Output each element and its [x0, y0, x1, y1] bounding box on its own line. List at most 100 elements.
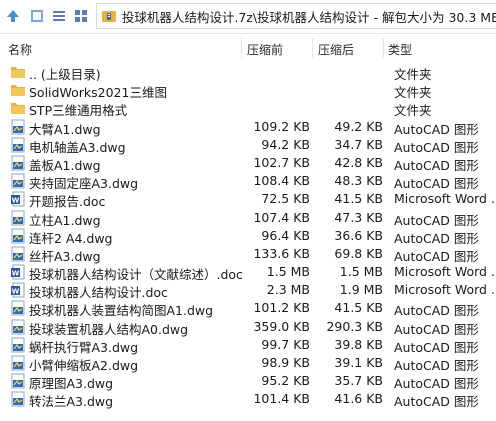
file-row[interactable]: 投球机器人装置结构简图A1.dwg 101.2 KB 41.5 KB AutoCAD … [0, 299, 496, 319]
column-size[interactable]: 压缩前 [247, 41, 283, 58]
file-row[interactable]: 大臂A1.dwg 109.2 KB 49.2 KB AutoCAD 图形 [0, 118, 496, 137]
file-name: 投球装置机器人结构A0.dwg [29, 321, 189, 337]
file-row[interactable]: 丝杆A3.dwg 133.6 KB 69.8 KB AutoCAD 图形 [0, 245, 496, 264]
file-packed-size: 41.5 KB [334, 191, 383, 207]
file-type: Microsoft Word ... [394, 264, 496, 280]
file-packed-size: 47.3 KB [334, 209, 383, 225]
file-packed-size: 39.8 KB [334, 336, 383, 352]
file-name: 投球机器人结构设计.doc [29, 285, 168, 301]
archive-icon [101, 11, 116, 22]
archive-path: 投球机器人结构设计.7z\投球机器人结构设计 - 解包大小为 30.3 MB [121, 9, 496, 25]
file-row[interactable]: W 投球机器人结构设计（文献综述）.doc 1.5 MB 1.5 MB Microsof… [0, 263, 496, 283]
file-type: AutoCAD 图形 [394, 212, 479, 228]
word-document-icon: W [10, 264, 26, 280]
file-list: .. (上级目录) 文件夹 SolidWorks2021三维图 文件夹 STP三维通用格… [0, 63, 496, 409]
file-type: Microsoft Word ... [394, 282, 496, 298]
file-name: 丝杆A3.dwg [29, 248, 101, 264]
file-type: AutoCAD 图形 [394, 358, 479, 373]
svg-text:W: W [12, 288, 20, 296]
file-size: 101.4 KB [253, 391, 310, 407]
file-name: SolidWorks2021三维图 [29, 85, 167, 101]
file-type: AutoCAD 图形 [394, 321, 479, 337]
file-name: 小臂伸缩板A2.dwg [29, 358, 139, 373]
file-size: 99.7 KB [261, 336, 310, 352]
file-name: STP三维通用格式 [29, 103, 128, 119]
file-row[interactable]: 原理图A3.dwg 95.2 KB 35.7 KB AutoCAD 图形 [0, 372, 496, 392]
file-packed-size: 1.5 MB [339, 264, 383, 280]
file-packed-size: 42.8 KB [334, 154, 383, 170]
file-size: 133.6 KB [253, 245, 310, 261]
file-row[interactable]: 转法兰A3.dwg 101.4 KB 41.6 KB AutoCAD 图形 [0, 390, 496, 410]
file-name: 电机轴盖A3.dwg [29, 139, 126, 155]
file-size: 1.5 MB [266, 264, 310, 280]
svg-text:W: W [12, 197, 20, 205]
file-type: AutoCAD 图形 [394, 121, 479, 137]
file-size: 108.4 KB [253, 173, 310, 189]
file-row[interactable]: W 开题报告.doc 72.5 KB 41.5 KB Microsoft Word ..… [0, 190, 496, 209]
file-size: 109.2 KB [253, 118, 310, 134]
file-packed-size: 49.2 KB [334, 118, 383, 134]
column-type[interactable]: 类型 [388, 41, 412, 58]
column-name[interactable]: 名称 [8, 41, 32, 58]
file-packed-size: 48.3 KB [334, 173, 383, 189]
file-type: AutoCAD 图形 [394, 339, 479, 355]
file-name: 盖板A1.dwg [29, 157, 101, 173]
file-size: 101.2 KB [253, 300, 310, 316]
file-row[interactable]: 电机轴盖A3.dwg 94.2 KB 34.7 KB AutoCAD 图形 [0, 136, 496, 155]
details-view-icon[interactable] [48, 5, 70, 27]
autocad-file-icon [10, 246, 26, 262]
column-divider[interactable] [241, 38, 242, 58]
autocad-file-icon [10, 173, 26, 189]
file-type: AutoCAD 图形 [394, 376, 479, 392]
file-packed-size: 34.7 KB [334, 136, 383, 152]
toolbar: 投球机器人结构设计.7z\投球机器人结构设计 - 解包大小为 30.3 MB [0, 0, 496, 34]
column-packed[interactable]: 压缩后 [318, 41, 354, 58]
up-arrow-icon[interactable] [2, 5, 24, 27]
file-row[interactable]: 连杆2 A4.dwg 96.4 KB 36.6 KB AutoCAD 图形 [0, 227, 496, 246]
word-document-icon: W [10, 191, 26, 207]
autocad-file-icon [10, 228, 26, 244]
file-name: 立柱A1.dwg [29, 212, 101, 228]
file-row[interactable]: 小臂伸缩板A2.dwg 98.9 KB 39.1 KB AutoCAD 图形 [0, 354, 496, 373]
file-size: 102.7 KB [253, 154, 310, 170]
file-type: AutoCAD 图形 [394, 248, 479, 264]
autocad-file-icon [10, 319, 26, 335]
file-packed-size: 41.5 KB [334, 300, 383, 316]
file-name: 夹持固定座A3.dwg [29, 176, 139, 192]
file-name: 投球机器人结构设计（文献综述）.doc [29, 267, 243, 283]
file-name: .. (上级目录) [29, 67, 101, 82]
file-row[interactable]: 投球装置机器人结构A0.dwg 359.0 KB 290.3 KB AutoCAD 图… [0, 318, 496, 337]
file-packed-size: 35.7 KB [334, 373, 383, 389]
file-name: 连杆2 A4.dwg [29, 230, 113, 246]
address-bar[interactable]: 投球机器人结构设计.7z\投球机器人结构设计 - 解包大小为 30.3 MB [96, 3, 496, 29]
file-row[interactable]: W 投球机器人结构设计.doc 2.3 MB 1.9 MB Microsoft Word… [0, 281, 496, 301]
file-packed-size: 290.3 KB [326, 318, 383, 334]
column-divider[interactable] [383, 38, 384, 58]
file-row[interactable]: STP三维通用格式 文件夹 [0, 99, 496, 119]
folder-icon [10, 82, 26, 98]
file-row[interactable]: 盖板A1.dwg 102.7 KB 42.8 KB AutoCAD 图形 [0, 154, 496, 173]
file-name: 投球机器人装置结构简图A1.dwg [29, 303, 214, 319]
autocad-file-icon [10, 391, 26, 407]
thumbnail-view-icon[interactable] [70, 5, 92, 27]
file-size: 98.9 KB [261, 355, 310, 370]
autocad-file-icon [10, 373, 26, 389]
file-type: 文件夹 [394, 85, 432, 101]
file-row[interactable]: 夹持固定座A3.dwg 108.4 KB 48.3 KB AutoCAD 图形 [0, 172, 496, 192]
file-type: 文件夹 [394, 103, 432, 119]
file-packed-size: 1.9 MB [339, 282, 383, 298]
file-row[interactable]: SolidWorks2021三维图 文件夹 [0, 81, 496, 101]
file-type: AutoCAD 图形 [394, 303, 479, 319]
file-type: AutoCAD 图形 [394, 176, 479, 192]
file-row[interactable]: 立柱A1.dwg 107.4 KB 47.3 KB AutoCAD 图形 [0, 209, 496, 228]
file-row[interactable]: 蜗杆执行臂A3.dwg 99.7 KB 39.8 KB AutoCAD 图形 [0, 336, 496, 355]
autocad-file-icon [10, 210, 26, 226]
file-type: AutoCAD 图形 [394, 139, 479, 155]
folder-icon [10, 100, 26, 116]
file-name: 转法兰A3.dwg [29, 394, 114, 410]
column-divider[interactable] [312, 38, 313, 58]
list-view-icon[interactable] [26, 5, 48, 27]
column-header: 名称 压缩前 压缩后 类型 [0, 36, 496, 61]
autocad-file-icon [10, 300, 26, 316]
file-row[interactable]: .. (上级目录) 文件夹 [0, 63, 496, 82]
